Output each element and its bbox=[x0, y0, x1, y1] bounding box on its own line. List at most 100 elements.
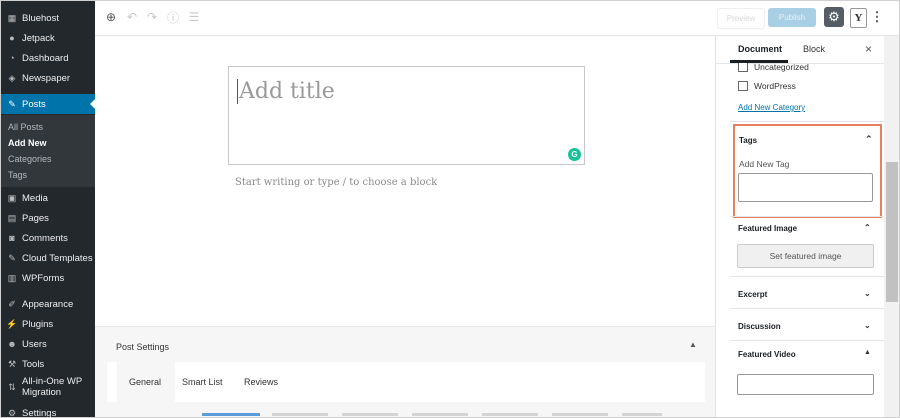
sidebar-item-users[interactable]: ☻ Users bbox=[1, 334, 95, 354]
submenu-tags[interactable]: Tags bbox=[8, 170, 27, 180]
sidebar-item-migration[interactable]: ⇅ All-in-One WP Migration bbox=[1, 375, 95, 399]
sidebar-item-label: Appearance bbox=[22, 298, 74, 310]
divider bbox=[730, 121, 884, 122]
submenu-categories[interactable]: Categories bbox=[8, 154, 52, 164]
sidebar-item-bluehost[interactable]: ▦ Bluehost bbox=[1, 8, 95, 28]
sidebar-item-jetpack[interactable]: ● Jetpack bbox=[1, 28, 95, 48]
category-label: WordPress bbox=[754, 81, 796, 91]
layout-option[interactable] bbox=[622, 413, 662, 416]
post-settings-title: Post Settings bbox=[116, 342, 170, 352]
title-block[interactable]: Add title G bbox=[228, 66, 585, 165]
post-settings-tabs: General Smart List Reviews bbox=[107, 362, 705, 402]
publish-button[interactable]: Publish bbox=[768, 8, 816, 27]
layout-option[interactable] bbox=[482, 413, 538, 416]
preview-button[interactable]: Preview bbox=[717, 8, 765, 29]
tab-block[interactable]: Block bbox=[803, 44, 825, 54]
add-tag-label: Add New Tag bbox=[739, 159, 790, 169]
layout-option[interactable] bbox=[412, 413, 468, 416]
grammarly-icon[interactable]: G bbox=[568, 148, 581, 161]
layout-option[interactable] bbox=[342, 413, 398, 416]
sidebar-item-label: Settings bbox=[22, 407, 57, 418]
layout-option[interactable] bbox=[272, 413, 328, 416]
sidebar-item-comments[interactable]: ◙ Comments bbox=[1, 228, 95, 248]
sidebar-item-label: Cloud Templates bbox=[22, 252, 93, 264]
tab-document[interactable]: Document bbox=[738, 44, 782, 54]
chevron-up-icon[interactable]: ⌃ bbox=[865, 134, 873, 145]
pages-icon: ▤ bbox=[7, 212, 17, 223]
featured-video-title[interactable]: Featured Video bbox=[738, 350, 796, 359]
featured-image-title[interactable]: Featured Image bbox=[738, 224, 797, 233]
yoast-button[interactable]: Y bbox=[850, 8, 867, 28]
tab-smart-list[interactable]: Smart List bbox=[182, 377, 223, 387]
submenu-all-posts[interactable]: All Posts bbox=[8, 122, 43, 132]
sidebar-item-dashboard[interactable]: ◔ Dashboard bbox=[1, 48, 95, 68]
sidebar-item-plugins[interactable]: ⚡ Plugins bbox=[1, 314, 95, 334]
sidebar-scrollbar[interactable] bbox=[884, 36, 899, 417]
category-checkbox-row[interactable]: Uncategorized bbox=[738, 63, 809, 72]
comments-icon: ◙ bbox=[9, 233, 15, 243]
settings-icon: ⚙ bbox=[7, 407, 17, 418]
sidebar-item-label: Jetpack bbox=[22, 32, 55, 44]
sidebar-item-cloud-templates[interactable]: ✎ Cloud Templates bbox=[1, 248, 95, 268]
scrollbar-thumb[interactable] bbox=[886, 162, 898, 302]
tab-reviews[interactable]: Reviews bbox=[244, 377, 278, 387]
sidebar-item-label: Dashboard bbox=[22, 52, 69, 64]
set-featured-image-button[interactable]: Set featured image bbox=[737, 244, 874, 268]
add-block-button[interactable]: ⊕ bbox=[104, 9, 118, 25]
chevron-up-icon[interactable]: ⌃ bbox=[864, 223, 871, 232]
undo-button[interactable]: ↶ bbox=[125, 9, 139, 25]
tags-panel-title[interactable]: Tags bbox=[739, 136, 757, 145]
category-label: Uncategorized bbox=[754, 63, 809, 72]
layout-option[interactable] bbox=[552, 413, 608, 416]
block-placeholder[interactable]: Start writing or type / to choose a bloc… bbox=[235, 177, 437, 188]
pin-icon: ✎ bbox=[8, 98, 16, 109]
sidebar-item-label: Bluehost bbox=[22, 12, 59, 24]
sidebar-item-settings[interactable]: ⚙ Settings bbox=[1, 403, 95, 418]
sidebar-item-newspaper[interactable]: ◈ Newspaper bbox=[1, 68, 95, 88]
title-input[interactable]: Add title bbox=[237, 79, 335, 104]
layout-option-selected[interactable] bbox=[202, 413, 260, 416]
caret-up-icon[interactable]: ▲ bbox=[864, 349, 871, 356]
sidebar-item-label: Users bbox=[22, 338, 47, 350]
newspaper-icon: ◈ bbox=[8, 72, 16, 83]
add-new-category-link[interactable]: Add New Category bbox=[738, 103, 805, 112]
excerpt-title[interactable]: Excerpt bbox=[738, 290, 767, 299]
editor-canvas: Add title G Start writing or type / to c… bbox=[95, 36, 715, 417]
featured-video-input[interactable] bbox=[737, 374, 874, 395]
category-checkbox-row[interactable]: WordPress bbox=[738, 81, 796, 91]
tab-general[interactable]: General bbox=[117, 362, 175, 402]
sidebar-item-label: All-in-One WP Migration bbox=[22, 376, 83, 398]
posts-submenu: All Posts Add New Categories Tags bbox=[1, 115, 95, 187]
sidebar-item-label: Media bbox=[22, 192, 48, 204]
more-options-button[interactable]: ⋮ bbox=[871, 8, 884, 26]
settings-gear-button[interactable]: ⚙ bbox=[824, 7, 844, 27]
sidebar-item-posts[interactable]: ✎ Posts bbox=[1, 94, 95, 114]
add-tag-input[interactable] bbox=[738, 173, 873, 202]
chevron-down-icon[interactable]: ⌄ bbox=[864, 289, 871, 298]
sidebar-item-label: Tools bbox=[22, 358, 45, 370]
editor-window: ▦ Bluehost ● Jetpack ◔ Dashboard ◈ Newsp… bbox=[0, 0, 900, 418]
discussion-title[interactable]: Discussion bbox=[738, 322, 781, 331]
tab-label: General bbox=[129, 377, 162, 387]
bluehost-icon: ▦ bbox=[7, 12, 17, 23]
sidebar-item-appearance[interactable]: ✐ Appearance bbox=[1, 294, 95, 314]
sidebar-item-pages[interactable]: ▤ Pages bbox=[1, 208, 95, 228]
chevron-down-icon[interactable]: ⌄ bbox=[864, 321, 871, 330]
sidebar-item-wpforms[interactable]: ▥ WPForms bbox=[1, 268, 95, 288]
sidebar-content: Uncategorized WordPress Add New Category… bbox=[716, 63, 884, 417]
tags-panel: Tags ⌃ Add New Tag bbox=[733, 124, 882, 218]
jetpack-icon: ● bbox=[9, 33, 15, 43]
gear-icon: ⚙ bbox=[828, 9, 840, 24]
submenu-add-new[interactable]: Add New bbox=[8, 138, 47, 148]
sidebar-item-media[interactable]: ▣ Media bbox=[1, 188, 95, 208]
sidebar-tabs: Document Block × bbox=[716, 36, 884, 64]
wrench-icon: ⚒ bbox=[7, 358, 17, 369]
category-checkbox[interactable] bbox=[738, 63, 748, 72]
caret-up-icon[interactable]: ▲ bbox=[689, 340, 697, 349]
category-checkbox[interactable] bbox=[738, 81, 748, 91]
list-view-icon[interactable]: ☰ bbox=[187, 9, 201, 25]
info-icon[interactable]: ⓘ bbox=[166, 9, 180, 25]
close-icon[interactable]: × bbox=[865, 42, 872, 56]
redo-button[interactable]: ↷ bbox=[145, 9, 159, 25]
sidebar-item-tools[interactable]: ⚒ Tools bbox=[1, 354, 95, 374]
